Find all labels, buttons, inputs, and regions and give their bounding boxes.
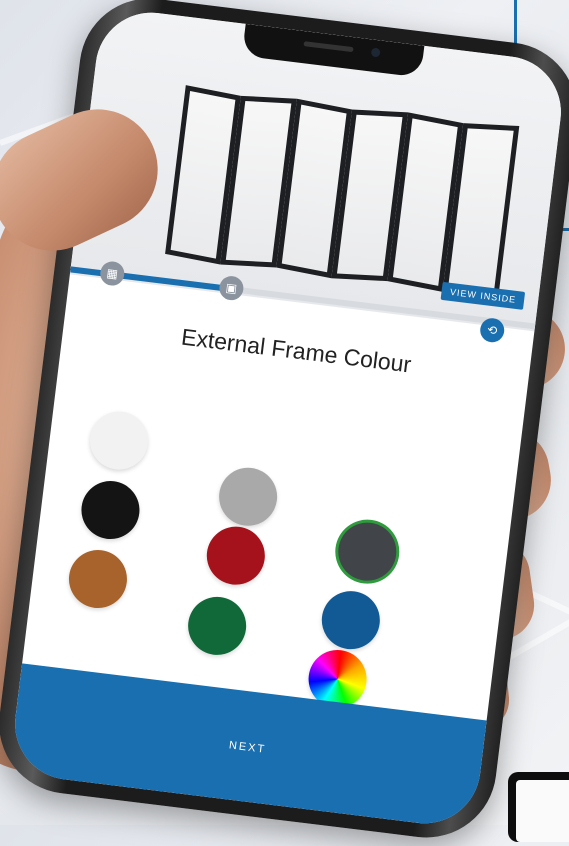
next-label: NEXT	[15, 713, 481, 782]
swatch-white[interactable]	[87, 408, 152, 473]
swatch-dark-grey[interactable]	[335, 519, 400, 584]
swatch-brown[interactable]	[66, 547, 131, 612]
front-camera	[371, 47, 381, 57]
corner-device	[508, 772, 569, 842]
swatch-black[interactable]	[78, 478, 143, 543]
swatch-blue[interactable]	[319, 588, 384, 653]
corner-device-screen	[516, 780, 569, 842]
speaker	[303, 41, 353, 52]
swatch-red[interactable]	[204, 523, 269, 588]
swatch-grey[interactable]	[216, 464, 281, 529]
swatch-green[interactable]	[185, 594, 250, 659]
